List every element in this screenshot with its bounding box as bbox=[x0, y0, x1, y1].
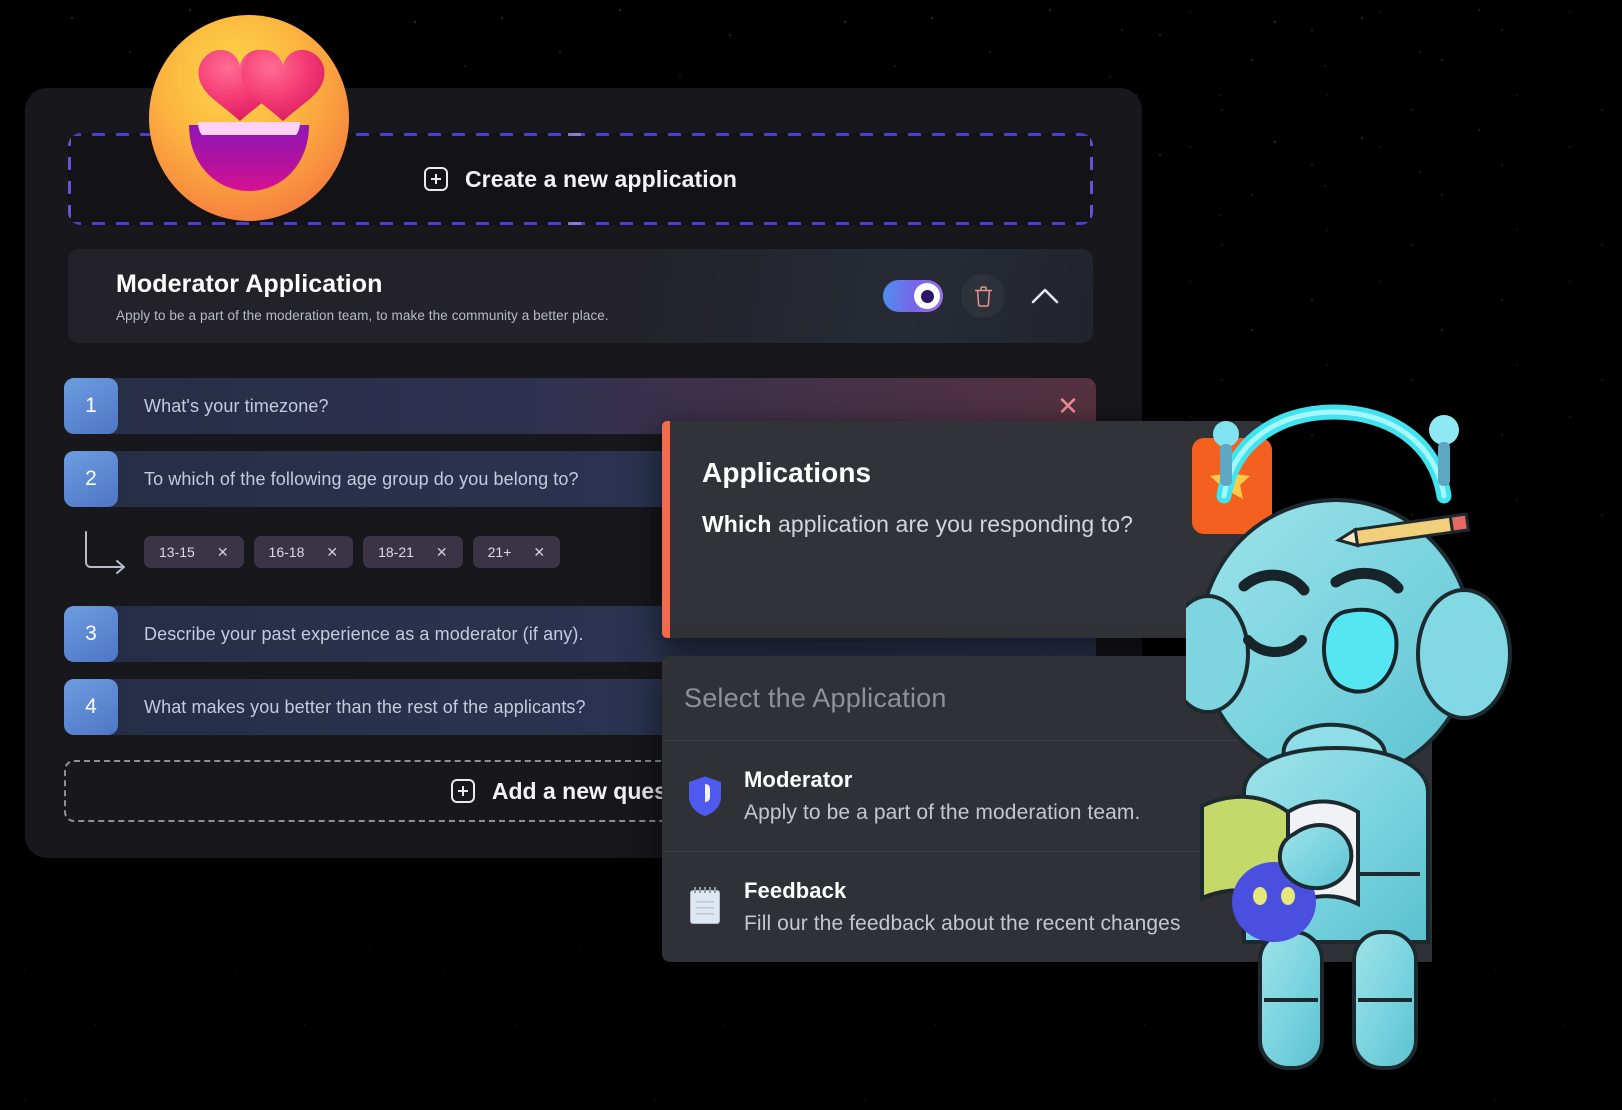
applications-panel-question-rest: application are you responding to? bbox=[771, 511, 1134, 537]
applications-panel-question: Which application are you responding to? bbox=[702, 511, 1234, 538]
close-icon[interactable]: ✕ bbox=[217, 545, 229, 559]
close-icon[interactable]: ✕ bbox=[436, 545, 448, 559]
answer-chip-label: 18-21 bbox=[378, 544, 414, 560]
application-title: Moderator Application bbox=[116, 269, 383, 298]
dropdown-option-title: Feedback bbox=[744, 877, 847, 903]
delete-application-button[interactable] bbox=[961, 274, 1005, 318]
applications-info-panel: Applications Which application are you r… bbox=[662, 421, 1264, 638]
answer-chip-label: 21+ bbox=[487, 544, 512, 560]
application-description: Apply to be a part of the moderation tea… bbox=[116, 307, 609, 323]
notepad-icon bbox=[684, 886, 726, 924]
applications-panel-title: Applications bbox=[702, 457, 872, 488]
collapse-application-button[interactable] bbox=[1023, 274, 1067, 318]
shield-icon bbox=[684, 775, 726, 817]
dropdown-option-description: Fill our the feedback about the recent c… bbox=[744, 911, 1181, 935]
question-number: 1 bbox=[64, 378, 118, 434]
dropdown-option-title: Moderator bbox=[744, 767, 853, 792]
dropdown-option-body: Moderator Apply to be a part of the mode… bbox=[744, 767, 1432, 825]
create-new-application-content: Create a new application bbox=[423, 165, 738, 193]
application-select-dropdown[interactable]: Select the Application Moderator Apply t… bbox=[662, 656, 1432, 962]
create-new-application-label: Create a new application bbox=[464, 165, 738, 192]
branch-arrow-icon bbox=[82, 530, 134, 574]
plus-square-icon bbox=[450, 779, 475, 803]
applications-panel-question-strong: Which bbox=[702, 511, 772, 537]
chevron-up-icon bbox=[1031, 288, 1059, 304]
toggle-knob bbox=[914, 283, 940, 309]
remove-question-button[interactable]: ✕ bbox=[1040, 393, 1096, 419]
answer-chip[interactable]: 21+ ✕ bbox=[472, 536, 561, 568]
question-number: 4 bbox=[64, 679, 118, 735]
dropdown-option-description: Apply to be a part of the moderation tea… bbox=[744, 801, 1141, 824]
answer-chip[interactable]: 18-21 ✕ bbox=[363, 536, 463, 568]
screenshot-stage: Create a new application Moderator Appli… bbox=[0, 0, 1622, 1110]
dropdown-option-body: Feedback Fill our the feedback about the… bbox=[744, 878, 1432, 936]
answer-chip-label: 13-15 bbox=[159, 544, 195, 560]
trash-icon bbox=[974, 285, 992, 307]
application-select-placeholder[interactable]: Select the Application bbox=[662, 656, 1432, 741]
dropdown-option-moderator[interactable]: Moderator Apply to be a part of the mode… bbox=[662, 741, 1432, 851]
question-text: What's your timezone? bbox=[144, 395, 329, 416]
application-header: Moderator Application Apply to be a part… bbox=[68, 249, 1093, 343]
answer-chip[interactable]: 16-18 ✕ bbox=[253, 536, 354, 568]
application-header-actions bbox=[883, 274, 1067, 318]
question-number: 3 bbox=[64, 606, 118, 662]
answer-chip[interactable]: 13-15 ✕ bbox=[144, 536, 244, 568]
create-new-application-button[interactable]: Create a new application bbox=[68, 133, 1093, 225]
application-header-text: Moderator Application Apply to be a part… bbox=[116, 270, 883, 323]
dropdown-option-feedback[interactable]: Feedback Fill our the feedback about the… bbox=[662, 851, 1432, 961]
close-icon[interactable]: ✕ bbox=[326, 545, 338, 559]
answer-chip-label: 16-18 bbox=[268, 544, 305, 560]
close-icon[interactable]: ✕ bbox=[533, 545, 545, 559]
application-enable-toggle[interactable] bbox=[883, 280, 943, 312]
plus-square-icon bbox=[423, 167, 448, 191]
question-number: 2 bbox=[64, 451, 118, 507]
